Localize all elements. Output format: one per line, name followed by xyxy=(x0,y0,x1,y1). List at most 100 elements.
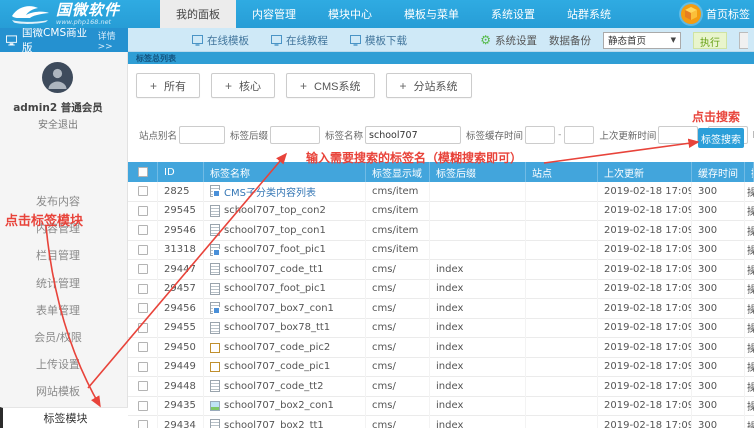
tag-name-link[interactable]: school707_box78_tt1 xyxy=(224,322,330,333)
product-name: 国微CMS商业版 xyxy=(22,25,92,55)
row-display-domain: cms/ xyxy=(366,318,430,338)
row-cache-time: 300 xyxy=(692,299,745,319)
toolbar-links: 在线模板 在线教程 模板下载 xyxy=(192,28,407,52)
nav-item-内容管理[interactable]: 内容管理 xyxy=(236,0,312,28)
search-input-上次更新时间[interactable] xyxy=(658,126,698,144)
select-value: 静态首页 xyxy=(608,33,646,47)
sidebar-item-标签模块[interactable]: 标签模块 xyxy=(0,407,128,428)
nav-item-模板与菜单[interactable]: 模板与菜单 xyxy=(388,0,475,28)
row-site xyxy=(526,357,598,377)
row-checkbox[interactable] xyxy=(138,245,148,255)
row-checkbox[interactable] xyxy=(138,420,148,428)
logo[interactable]: 国微软件 www.php168.net xyxy=(0,0,160,28)
toolbar-link[interactable]: 在线模板 xyxy=(192,33,249,48)
toolbar-link[interactable]: 模板下载 xyxy=(350,33,407,48)
tag-name-link[interactable]: school707_foot_pic1 xyxy=(224,283,326,294)
table-row: 29450 school707_code_pic2 cms/ index 201… xyxy=(128,338,754,358)
row-id: 29457 xyxy=(158,279,204,299)
run-button[interactable]: 执行 xyxy=(693,32,727,49)
monitor-icon xyxy=(6,35,17,46)
row-checkbox[interactable] xyxy=(138,186,148,196)
search-input-标签缓存时间-end[interactable] xyxy=(564,126,594,144)
row-site xyxy=(526,279,598,299)
clipped-button[interactable] xyxy=(739,32,748,49)
search-input-标签缓存时间[interactable] xyxy=(525,126,555,144)
tab-tag-list[interactable]: 标签总列表 xyxy=(136,53,176,64)
row-checkbox[interactable] xyxy=(138,362,148,372)
doc-icon xyxy=(210,205,220,217)
row-action-clipped: 操作 xyxy=(745,240,754,260)
sidebar-item-会员/权限[interactable]: 会员/权限 xyxy=(0,329,116,347)
doc-icon xyxy=(210,322,220,334)
tag-name-link[interactable]: CMS子分类内容列表 xyxy=(224,184,316,199)
sidebar-item-网站模板[interactable]: 网站模板 xyxy=(0,383,116,401)
tag-name-link[interactable]: school707_code_pic1 xyxy=(224,361,330,372)
row-action-clipped: 操作 xyxy=(745,201,754,221)
product-badge[interactable]: 国微CMS商业版 详情>> xyxy=(0,28,128,52)
row-checkbox[interactable] xyxy=(138,225,148,235)
data-backup-button[interactable]: 数据备份 xyxy=(549,33,591,48)
row-cache-time: 300 xyxy=(692,396,745,416)
sidebar-item-栏目管理[interactable]: 栏目管理 xyxy=(0,247,116,265)
tag-name-link[interactable]: school707_box2_con1 xyxy=(224,400,334,411)
row-id: 29455 xyxy=(158,318,204,338)
tag-name-link[interactable]: school707_top_con1 xyxy=(224,225,326,236)
plus-icon: + xyxy=(225,79,232,93)
row-id: 29449 xyxy=(158,357,204,377)
row-action-clipped: 操作 xyxy=(745,357,754,377)
row-checkbox[interactable] xyxy=(138,206,148,216)
sidebar-item-发布内容[interactable]: 发布内容 xyxy=(0,193,116,211)
sidebar-item-表单管理[interactable]: 表单管理 xyxy=(0,302,116,320)
column-header-缓存时间: 缓存时间 xyxy=(692,162,745,182)
logout-link[interactable]: 安全退出 xyxy=(0,116,116,131)
row-checkbox[interactable] xyxy=(138,323,148,333)
search-input-标签后缀[interactable] xyxy=(270,126,320,144)
tag-name-link[interactable]: school707_foot_pic1 xyxy=(224,244,326,255)
row-checkbox[interactable] xyxy=(138,381,148,391)
filter-button-CMS系统[interactable]: +CMS系统 xyxy=(286,73,374,98)
toolbar-right: ⚙ 系统设置 数据备份 静态首页 ▼ 执行 xyxy=(480,28,748,52)
row-display-domain: cms/ xyxy=(366,396,430,416)
filter-button-核心[interactable]: +核心 xyxy=(211,73,275,98)
row-checkbox[interactable] xyxy=(138,264,148,274)
home-tag-button[interactable]: 首页标签 xyxy=(681,0,750,28)
row-site xyxy=(526,299,598,319)
annotation-input-hint: 输入需要搜索的标签名（模糊搜索即可） xyxy=(306,149,522,166)
nav-item-模块中心[interactable]: 模块中心 xyxy=(312,0,388,28)
row-suffix xyxy=(430,182,526,202)
row-checkbox[interactable] xyxy=(138,284,148,294)
chevron-down-icon: ▼ xyxy=(671,36,676,44)
row-cache-time: 300 xyxy=(692,201,745,221)
product-detail-link[interactable]: 详情>> xyxy=(98,29,128,52)
row-display-domain: cms/item xyxy=(366,221,430,241)
toolbar-link[interactable]: 在线教程 xyxy=(271,33,328,48)
table-row: 29449 school707_code_pic1 cms/ index 201… xyxy=(128,358,754,378)
table-row: 29435 school707_box2_con1 cms/ index 201… xyxy=(128,397,754,417)
nav-item-系统设置[interactable]: 系统设置 xyxy=(475,0,551,28)
tag-search-button[interactable]: 标签搜索 xyxy=(698,128,744,148)
search-input-站点别名[interactable] xyxy=(179,126,225,144)
system-settings-button[interactable]: ⚙ 系统设置 xyxy=(480,33,537,48)
tag-name-link[interactable]: school707_code_pic2 xyxy=(224,342,330,353)
row-site xyxy=(526,240,598,260)
sidebar-item-上传设置[interactable]: 上传设置 xyxy=(0,356,116,374)
row-site xyxy=(526,318,598,338)
filter-button-所有[interactable]: +所有 xyxy=(136,73,200,98)
tag-name-link[interactable]: school707_box2_tt1 xyxy=(224,420,324,428)
tag-name-link[interactable]: school707_code_tt2 xyxy=(224,381,323,392)
nav-item-站群系统[interactable]: 站群系统 xyxy=(551,0,627,28)
row-checkbox[interactable] xyxy=(138,342,148,352)
row-checkbox[interactable] xyxy=(138,303,148,313)
tag-name-link[interactable]: school707_top_con2 xyxy=(224,205,326,216)
row-site xyxy=(526,396,598,416)
row-checkbox[interactable] xyxy=(138,401,148,411)
filter-button-分站系统[interactable]: +分站系统 xyxy=(386,73,472,98)
nav-item-我的面板[interactable]: 我的面板 xyxy=(160,0,236,28)
static-page-select[interactable]: 静态首页 ▼ xyxy=(603,32,681,49)
sidebar-item-统计管理[interactable]: 统计管理 xyxy=(0,275,116,293)
search-input-标签名称[interactable] xyxy=(365,126,461,144)
tag-name-link[interactable]: school707_code_tt1 xyxy=(224,264,323,275)
tag-name-link[interactable]: school707_box7_con1 xyxy=(224,303,334,314)
select-all-checkbox[interactable] xyxy=(138,167,148,177)
row-action-clipped: 操作 xyxy=(745,221,754,241)
